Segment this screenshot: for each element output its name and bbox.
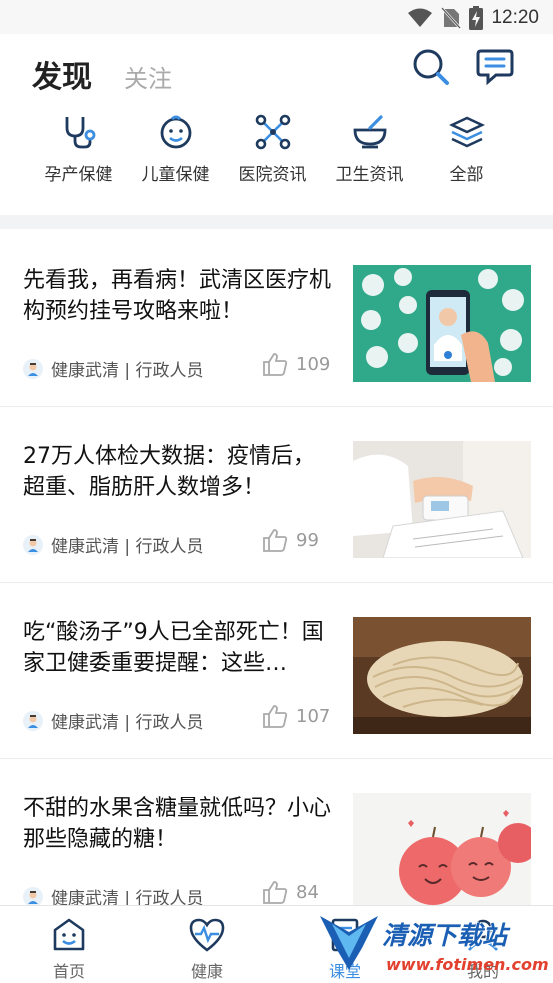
- article-card[interactable]: 吃“酸汤子”9人已全部死亡！国家卫健委重要提醒：这些… 健康武清 | 行政人员 …: [0, 583, 553, 759]
- no-sim-icon: [441, 7, 462, 29]
- article-author: 健康武清 | 行政人员: [51, 713, 204, 733]
- article-thumbnail[interactable]: [353, 265, 531, 382]
- category-hospital-news[interactable]: 医院资讯: [224, 110, 321, 215]
- mortar-icon: [353, 115, 386, 149]
- message-icon[interactable]: [476, 48, 514, 86]
- article-card[interactable]: 先看我，再看病！武清区医疗机构预约挂号攻略来啦！ 健康武清 | 行政人员 109: [0, 231, 553, 407]
- thumbs-up-icon: [263, 705, 288, 728]
- article-title[interactable]: 27万人体检大数据：疫情后，超重、脂肪肝人数增多！: [23, 441, 335, 503]
- article-thumbnail[interactable]: [353, 441, 531, 558]
- author-avatar: [23, 534, 43, 555]
- heart-pulse-icon: [189, 918, 225, 952]
- apples-photo: [353, 793, 531, 910]
- like-button[interactable]: 107: [262, 704, 330, 728]
- nav-label: 首页: [52, 962, 85, 981]
- watermark-logo: [320, 916, 378, 970]
- author-avatar: [23, 710, 43, 731]
- article-meta: 健康武清 | 行政人员: [23, 356, 204, 381]
- watermark-title: 清源下载站: [382, 921, 508, 950]
- article-title[interactable]: 吃“酸汤子”9人已全部死亡！国家卫健委重要提醒：这些…: [23, 617, 335, 679]
- layers-icon: [448, 116, 485, 148]
- thumbs-up-icon: [263, 529, 288, 552]
- article-author: 健康武清 | 行政人员: [51, 537, 204, 557]
- tab-follow[interactable]: 关注: [124, 59, 172, 94]
- category-label: 卫生资讯: [335, 165, 404, 185]
- like-button[interactable]: 109: [262, 352, 330, 376]
- battery-charging-icon: [469, 6, 484, 30]
- blood-pressure-photo: [353, 441, 531, 558]
- watermark: 清源下载站 www.fotimen.com: [318, 910, 550, 980]
- author-avatar: [23, 886, 43, 907]
- article-title[interactable]: 不甜的水果含糖量就低吗？小心那些隐藏的糖！: [23, 793, 335, 855]
- article-card[interactable]: 27万人体检大数据：疫情后，超重、脂肪肝人数增多！ 健康武清 | 行政人员 99: [0, 407, 553, 583]
- nav-home[interactable]: 首页: [0, 906, 138, 983]
- stethoscope-icon: [65, 117, 95, 149]
- nav-label: 健康: [190, 962, 223, 981]
- molecule-icon: [255, 114, 290, 150]
- article-thumbnail[interactable]: [353, 617, 531, 734]
- category-label: 全部: [449, 165, 484, 185]
- category-maternal-care[interactable]: 孕产保健: [30, 110, 127, 215]
- home-smile-icon: [53, 918, 85, 951]
- baby-face-icon: [160, 115, 191, 149]
- article-meta: 健康武清 | 行政人员: [23, 708, 204, 733]
- author-avatar: [23, 358, 43, 379]
- like-count: 99: [296, 529, 319, 551]
- like-count: 84: [296, 881, 319, 903]
- status-time: 12:20: [491, 7, 539, 28]
- like-count: 109: [296, 353, 331, 375]
- category-label: 医院资讯: [238, 165, 307, 185]
- article-author: 健康武清 | 行政人员: [51, 361, 204, 381]
- article-meta: 健康武清 | 行政人员: [23, 532, 204, 557]
- category-all[interactable]: 全部: [418, 110, 515, 215]
- noodles-photo: [353, 617, 531, 734]
- category-child-care[interactable]: 儿童保健: [127, 110, 224, 215]
- status-bar: 12:20: [0, 0, 553, 34]
- header: 发现 关注: [0, 34, 553, 110]
- section-divider: [0, 215, 553, 229]
- search-icon[interactable]: [412, 48, 450, 86]
- like-count: 107: [296, 705, 331, 727]
- category-label: 孕产保健: [44, 165, 113, 185]
- nav-health[interactable]: 健康: [138, 906, 276, 983]
- thumbs-up-icon: [263, 353, 288, 376]
- like-button[interactable]: 84: [262, 880, 319, 904]
- article-thumbnail[interactable]: [353, 793, 531, 910]
- category-health-news[interactable]: 卫生资讯: [321, 110, 418, 215]
- like-button[interactable]: 99: [262, 528, 319, 552]
- tab-discover[interactable]: 发现: [32, 52, 92, 96]
- watermark-url: www.fotimen.com: [386, 955, 549, 974]
- article-title[interactable]: 先看我，再看病！武清区医疗机构预约挂号攻略来啦！: [23, 265, 335, 327]
- phone-doctor-illustration: [353, 265, 531, 382]
- thumbs-up-icon: [263, 881, 288, 904]
- category-bar: 孕产保健 儿童保健 医院资讯 卫生资讯 全部: [0, 110, 553, 215]
- category-label: 儿童保健: [141, 165, 210, 185]
- status-icons: 12:20: [407, 6, 539, 30]
- wifi-icon: [408, 8, 433, 27]
